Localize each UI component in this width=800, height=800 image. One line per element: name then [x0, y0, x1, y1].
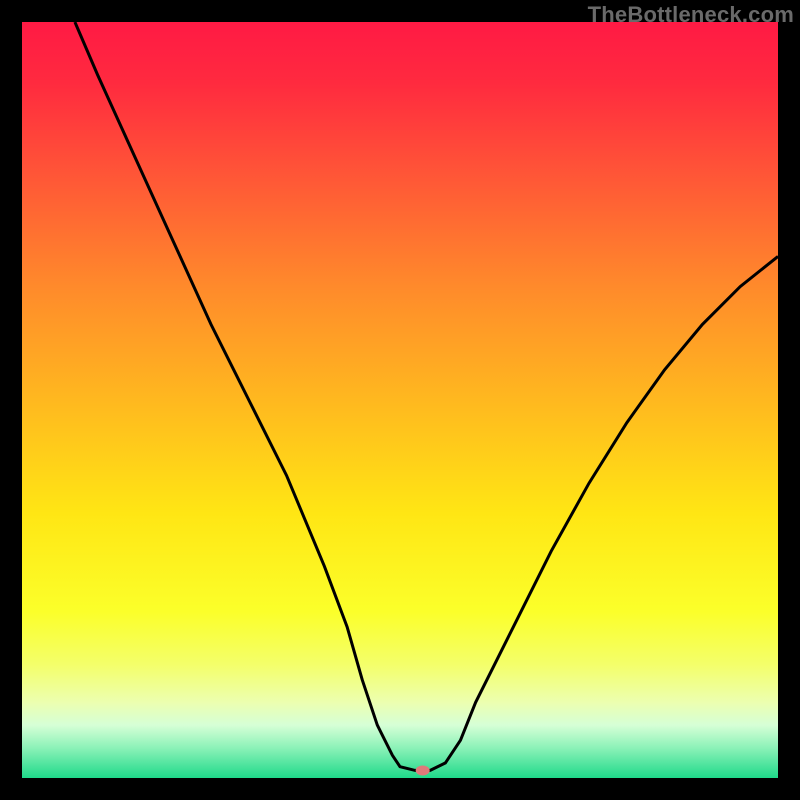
- chart-svg: [22, 22, 778, 778]
- plot-area: [22, 22, 778, 778]
- optimal-point-marker: [416, 765, 430, 775]
- chart-frame: TheBottleneck.com: [0, 0, 800, 800]
- gradient-background: [22, 22, 778, 778]
